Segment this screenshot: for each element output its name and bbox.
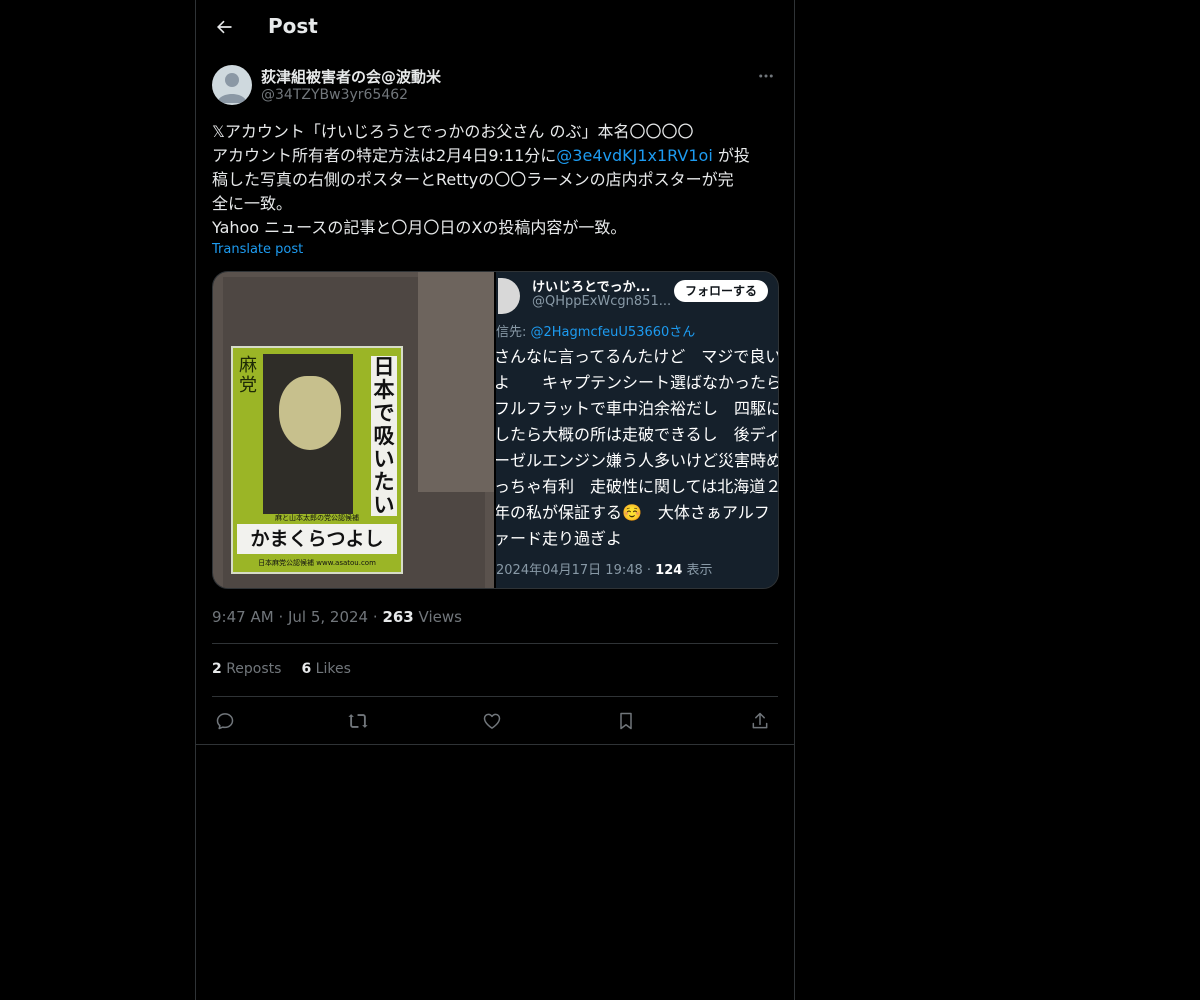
screenshot-name: けいじろとでっか... [532, 280, 651, 295]
screenshot-handle: @QHppExWcgn851... [532, 294, 672, 309]
reposts-stat[interactable]: 2 Reposts [212, 661, 281, 677]
header: Post [196, 0, 794, 54]
meta-separator: · [372, 608, 383, 626]
post-line-text: アカウント所有者の特定方法は2月4日9:11分に [212, 146, 557, 165]
post-author: 荻津組被害者の会@波動米 @34TZYBw3yr65462 [212, 64, 778, 108]
like-button[interactable] [479, 708, 505, 734]
screenshot-line: よ キャプテンシート選ばなかったら [496, 373, 779, 392]
screenshot-line: ーゼルエンジン嫌う人多いけど災害時め [496, 451, 779, 470]
poster-face [279, 376, 341, 450]
meta-separator: · [278, 608, 288, 626]
likes-label: Likes [315, 661, 351, 677]
poster-vertical-text: 日本で吸いたい [371, 356, 397, 517]
repost-icon [348, 714, 368, 728]
post-text: 𝕏アカウント「けいじろうとでっかのお父さん のぶ」本名〇〇〇〇 アカウント所有者… [212, 120, 780, 240]
screenshot-reply-to: 信先: @2HagmcfeuU53660さん [496, 321, 695, 340]
views-label: Views [418, 608, 462, 626]
post-media[interactable]: 麻党 日本で吸いたい 麻と山本太郎の党公認候補 かまくらつよし 日本麻党公認候補… [212, 271, 779, 589]
likes-count: 6 [301, 661, 312, 677]
screenshot-view-suffix: 表示 [682, 563, 713, 578]
more-options-button[interactable] [754, 64, 778, 88]
screenshot-date: 2024年04月17日 19:48 · [496, 563, 656, 578]
back-button[interactable] [208, 11, 240, 43]
screenshot-body: さんなに言ってるんたけど マジで良い よ キャプテンシート選ばなかったら フルフ… [496, 344, 779, 552]
default-avatar-icon [217, 73, 247, 103]
screenshot-view-count: 124 [655, 563, 683, 578]
post-meta: 9:47 AM · Jul 5, 2024 · 263 Views [212, 608, 462, 626]
screenshot-line: 年の私が保証する☺️ 大体さぁアルフ [496, 503, 770, 522]
post-line: 𝕏アカウント「けいじろうとでっかのお父さん のぶ」本名〇〇〇〇 [212, 122, 694, 141]
reply-mention: @2HagmcfeuU53660さん [530, 325, 696, 340]
post-time[interactable]: 9:47 AM [212, 608, 274, 626]
screenshot-line: ァード走り過ぎよ [496, 529, 623, 548]
post-bottom-border [196, 744, 794, 745]
screenshot-line: したら大概の所は走破できるし 後ディ [496, 425, 779, 444]
reply-prefix: 信先: [496, 325, 531, 340]
share-icon [752, 712, 768, 729]
poster-name: かまくらつよし [237, 524, 397, 554]
arrow-left-icon [217, 20, 232, 34]
bookmark-button[interactable] [613, 708, 639, 734]
avatar[interactable] [212, 65, 252, 105]
post-line: アカウント所有者の特定方法は2月4日9:11分に@3e4vdKJ1x1RV1oi… [212, 144, 780, 168]
likes-stat[interactable]: 6 Likes [301, 661, 350, 677]
divider [212, 643, 778, 644]
screenshot-avatar [498, 278, 520, 314]
page-title: Post [268, 14, 318, 38]
post-date[interactable]: Jul 5, 2024 [288, 608, 368, 626]
screenshot-meta: 2024年04月17日 19:48 · 124 表示 [496, 559, 712, 578]
mention-link[interactable]: @3e4vdKJ1x1RV1oi [556, 146, 712, 165]
post-line: 稿した写真の右側のポスターとRettyの〇〇ラーメンの店内ポスターが完 [212, 170, 734, 189]
election-poster: 麻党 日本で吸いたい 麻と山本太郎の党公認候補 かまくらつよし 日本麻党公認候補… [231, 346, 403, 574]
post-line: 全に一致。 [212, 194, 293, 213]
screenshot-line: フルフラットで車中泊余裕だし 四駆に [496, 399, 779, 418]
post-stats: 2 Reposts 6 Likes [212, 661, 351, 677]
post-line: Yahoo ニュースの記事と〇月〇日のXの投稿内容が一致。 [212, 218, 627, 237]
divider [212, 696, 778, 697]
views-count: 263 [382, 608, 414, 626]
heart-icon [483, 713, 501, 729]
more-horizontal-icon [759, 74, 773, 78]
reposts-count: 2 [212, 661, 222, 677]
action-bar [212, 708, 778, 734]
poster-subtitle: 麻と山本太郎の党公認候補 [275, 514, 359, 522]
media-photo-poster[interactable]: 麻党 日本で吸いたい 麻と山本太郎の党公認候補 かまくらつよし 日本麻党公認候補… [213, 272, 494, 588]
bookmark-icon [620, 712, 632, 730]
poster-footer: 日本麻党公認候補 www.asatou.com [258, 559, 376, 567]
screenshot-follow-button: フォローする [674, 280, 768, 302]
post-column: Post 荻津組被害者の会@波動米 @34TZYBw3yr65462 𝕏アカウン… [195, 0, 795, 1000]
media-screenshot[interactable]: けいじろとでっか... @QHppExWcgn851... フォローする 信先:… [496, 272, 779, 588]
reposts-label: Reposts [226, 661, 282, 677]
post-line-text: が投 [712, 146, 750, 165]
screenshot-line: っちゃ有利 走破性に関しては北海道２ [496, 477, 779, 496]
poster-party-tag: 麻党 [239, 355, 257, 396]
translate-post-link[interactable]: Translate post [212, 242, 303, 257]
reply-button[interactable] [212, 708, 238, 734]
author-display-name[interactable]: 荻津組被害者の会@波動米 [261, 66, 441, 87]
author-handle[interactable]: @34TZYBw3yr65462 [261, 87, 408, 103]
screenshot-line: さんなに言ってるんたけど マジで良い [496, 347, 779, 366]
poster-portrait [263, 354, 353, 514]
repost-button[interactable] [345, 708, 371, 734]
background-poster [418, 272, 494, 492]
reply-icon [216, 713, 234, 730]
share-button[interactable] [747, 708, 773, 734]
